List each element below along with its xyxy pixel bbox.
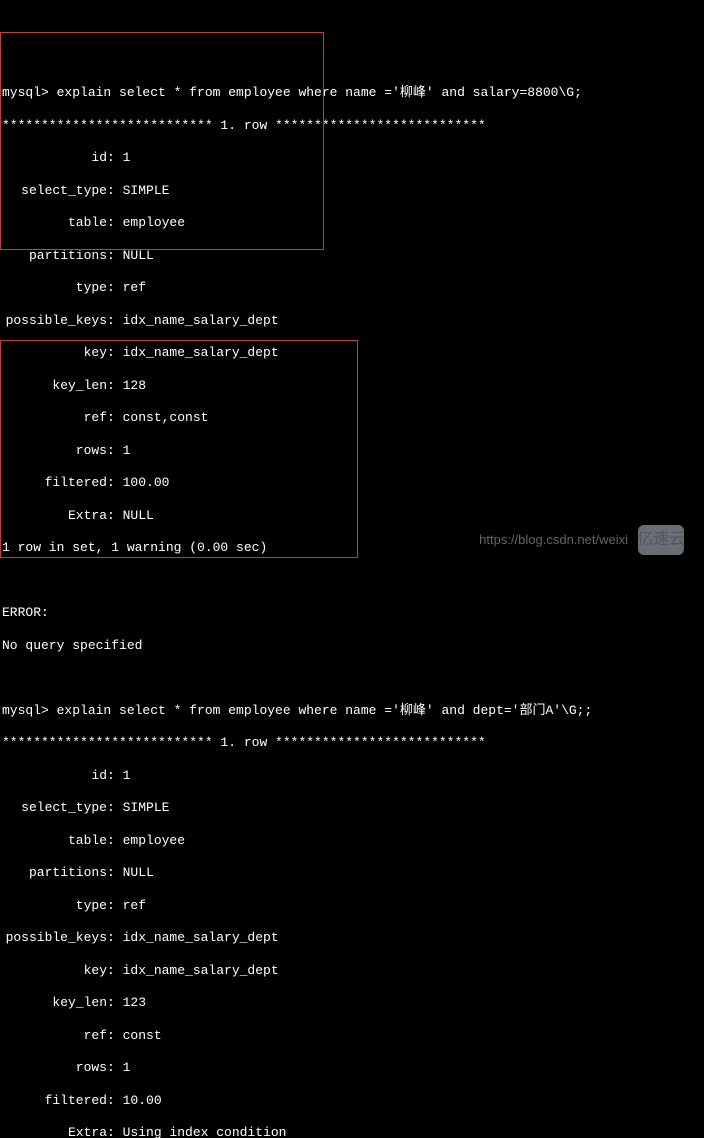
field-filtered: filtered: 10.00: [2, 1093, 704, 1109]
terminal-output: mysql> explain select * from employee wh…: [2, 69, 704, 1138]
blank-line: [2, 670, 704, 686]
field-possible-keys: possible_keys: idx_name_salary_dept: [2, 930, 704, 946]
field-rows: rows: 1: [2, 1060, 704, 1076]
prompt-line-2: mysql> explain select * from employee wh…: [2, 703, 704, 719]
field-type: type: ref: [2, 280, 704, 296]
field-id: id: 1: [2, 150, 704, 166]
sql-command-1: explain select * from employee where nam…: [57, 85, 582, 100]
field-id: id: 1: [2, 768, 704, 784]
field-partitions: partitions: NULL: [2, 865, 704, 881]
field-table: table: employee: [2, 833, 704, 849]
field-ref: ref: const,const: [2, 410, 704, 426]
field-extra: Extra: NULL: [2, 508, 704, 524]
field-extra: Extra: Using index condition: [2, 1125, 704, 1138]
blank-line: [2, 573, 704, 589]
field-table: table: employee: [2, 215, 704, 231]
field-ref: ref: const: [2, 1028, 704, 1044]
watermark-logo-icon: 亿速云: [638, 525, 684, 555]
field-possible-keys: possible_keys: idx_name_salary_dept: [2, 313, 704, 329]
field-type: type: ref: [2, 898, 704, 914]
field-select-type: select_type: SIMPLE: [2, 183, 704, 199]
field-rows: rows: 1: [2, 443, 704, 459]
error-message: No query specified: [2, 638, 704, 654]
field-key-len: key_len: 128: [2, 378, 704, 394]
field-key: key: idx_name_salary_dept: [2, 345, 704, 361]
field-select-type: select_type: SIMPLE: [2, 800, 704, 816]
prompt-line-1: mysql> explain select * from employee wh…: [2, 85, 704, 101]
watermark-url: https://blog.csdn.net/weixi: [479, 532, 628, 548]
watermark: https://blog.csdn.net/weixi 亿速云: [479, 525, 684, 555]
mysql-prompt: mysql>: [2, 85, 57, 100]
error-label: ERROR:: [2, 605, 704, 621]
row-separator-2: *************************** 1. row *****…: [2, 735, 704, 751]
field-partitions: partitions: NULL: [2, 248, 704, 264]
field-key-len: key_len: 123: [2, 995, 704, 1011]
field-key: key: idx_name_salary_dept: [2, 963, 704, 979]
row-separator-1: *************************** 1. row *****…: [2, 118, 704, 134]
mysql-prompt: mysql>: [2, 703, 57, 718]
field-filtered: filtered: 100.00: [2, 475, 704, 491]
sql-command-2: explain select * from employee where nam…: [57, 703, 593, 718]
